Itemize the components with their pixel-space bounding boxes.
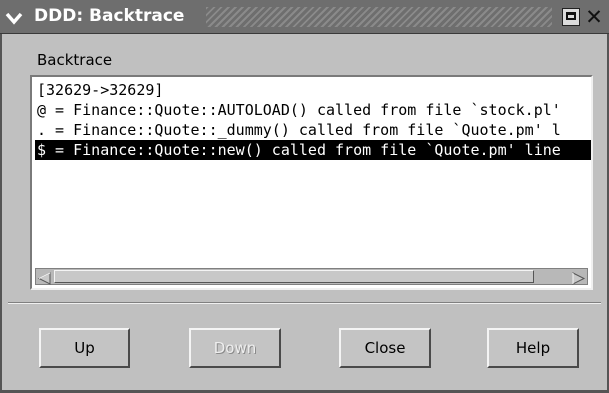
window-border-left <box>0 34 2 393</box>
maximize-icon-glyph <box>566 12 576 20</box>
arrow-left-icon[interactable] <box>37 270 52 285</box>
arrow-right-icon[interactable] <box>571 270 586 285</box>
list-item-selected[interactable]: $ = Finance::Quote::new() called from fi… <box>35 140 591 160</box>
scrollbar-thumb[interactable] <box>54 270 534 283</box>
list-item[interactable]: [32629->32629] <box>35 80 591 100</box>
chevron-down-icon[interactable] <box>4 8 24 28</box>
backtrace-label: Backtrace <box>37 51 113 69</box>
title-bar[interactable]: DDD: Backtrace ✕ <box>0 0 609 34</box>
backtrace-window: DDD: Backtrace ✕ Backtrace [32629->32629… <box>0 0 609 393</box>
backtrace-list-frame: [32629->32629] @ = Finance::Quote::AUTOL… <box>30 75 593 290</box>
list-item[interactable]: @ = Finance::Quote::AUTOLOAD() called fr… <box>35 100 591 120</box>
up-button[interactable]: Up <box>39 328 130 368</box>
help-button[interactable]: Help <box>487 328 579 368</box>
down-button[interactable]: Down <box>189 328 281 368</box>
horizontal-scrollbar[interactable] <box>35 268 588 285</box>
close-icon[interactable]: ✕ <box>584 6 604 28</box>
separator <box>8 302 601 304</box>
close-button[interactable]: Close <box>339 328 431 368</box>
title-bar-grip <box>206 7 552 27</box>
window-title: DDD: Backtrace <box>34 6 185 26</box>
list-item[interactable]: . = Finance::Quote::_dummy() called from… <box>35 120 591 140</box>
maximize-icon[interactable] <box>562 8 580 26</box>
backtrace-list[interactable]: [32629->32629] @ = Finance::Quote::AUTOL… <box>35 80 591 265</box>
